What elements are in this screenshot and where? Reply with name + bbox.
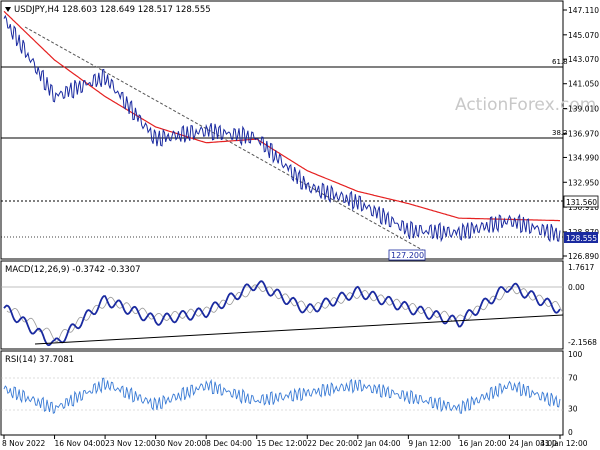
macd-tick-label: 0.00: [568, 283, 585, 292]
rsi-y-axis: 100 70 30 0: [568, 350, 583, 437]
low-label: 127.200: [391, 251, 424, 260]
x-tick-label: 16 Nov 04:00: [55, 439, 106, 448]
price-tick-label: 147.110: [568, 6, 599, 15]
x-tick-label: 8 Dec 04:00: [206, 439, 252, 448]
x-tick-label: 31 Jan 12:00: [540, 439, 588, 448]
macd-tick-label: -2.1568: [568, 338, 597, 347]
rsi-panel: [0, 350, 564, 436]
rsi-tick-label: 0: [568, 428, 573, 437]
x-tick-label: 8 Nov 2022: [2, 439, 45, 448]
x-tick-label: 2 Jan 04:00: [358, 439, 401, 448]
price-tick-label: 145.070: [568, 31, 599, 40]
macd-header: MACD(12,26,9) -0.3742 -0.3307: [5, 265, 141, 275]
price-panel: [0, 0, 564, 260]
price-tick-label: 143.070: [568, 55, 599, 64]
rsi-tick-label: 30: [568, 405, 578, 414]
price-tick-label: 126.890: [568, 252, 599, 261]
rsi-tick-label: 100: [568, 350, 583, 359]
level-131560-label: 131.560: [566, 198, 597, 207]
rsi-header: RSI(14) 37.7081: [5, 355, 74, 365]
price-tick-label: 139.010: [568, 105, 599, 114]
macd-tick-label: 1.7617: [568, 263, 594, 272]
current-price-label: 128.555: [566, 234, 597, 243]
price-tick-label: 134.990: [568, 153, 599, 162]
rsi-tick-label: 70: [568, 373, 578, 382]
x-tick-label: 9 Jan 12:00: [408, 439, 451, 448]
price-tick-label: 136.970: [568, 129, 599, 138]
x-tick-label: 23 Nov 12:00: [105, 439, 156, 448]
x-tick-label: 15 Dec 12:00: [257, 439, 308, 448]
x-tick-label: 16 Jan 20:00: [459, 439, 507, 448]
x-tick-label: 22 Dec 20:00: [307, 439, 358, 448]
x-axis: 8 Nov 2022 16 Nov 04:00 23 Nov 12:00 30 Nov…: [2, 435, 588, 448]
chart: ActionForex.com USDJPY,H4 128.603 128.64…: [0, 0, 599, 448]
macd-y-axis: 1.7617 0.00 -2.1568: [568, 263, 597, 347]
price-tick-label: 141.050: [568, 80, 599, 89]
price-tick-label: 132.950: [568, 178, 599, 187]
x-tick-label: 30 Nov 20:00: [156, 439, 207, 448]
price-header: USDJPY,H4 128.603 128.649 128.517 128.55…: [14, 5, 211, 15]
price-y-axis: 147.110 145.070 143.070 141.050 139.010 136.9…: [563, 6, 599, 261]
